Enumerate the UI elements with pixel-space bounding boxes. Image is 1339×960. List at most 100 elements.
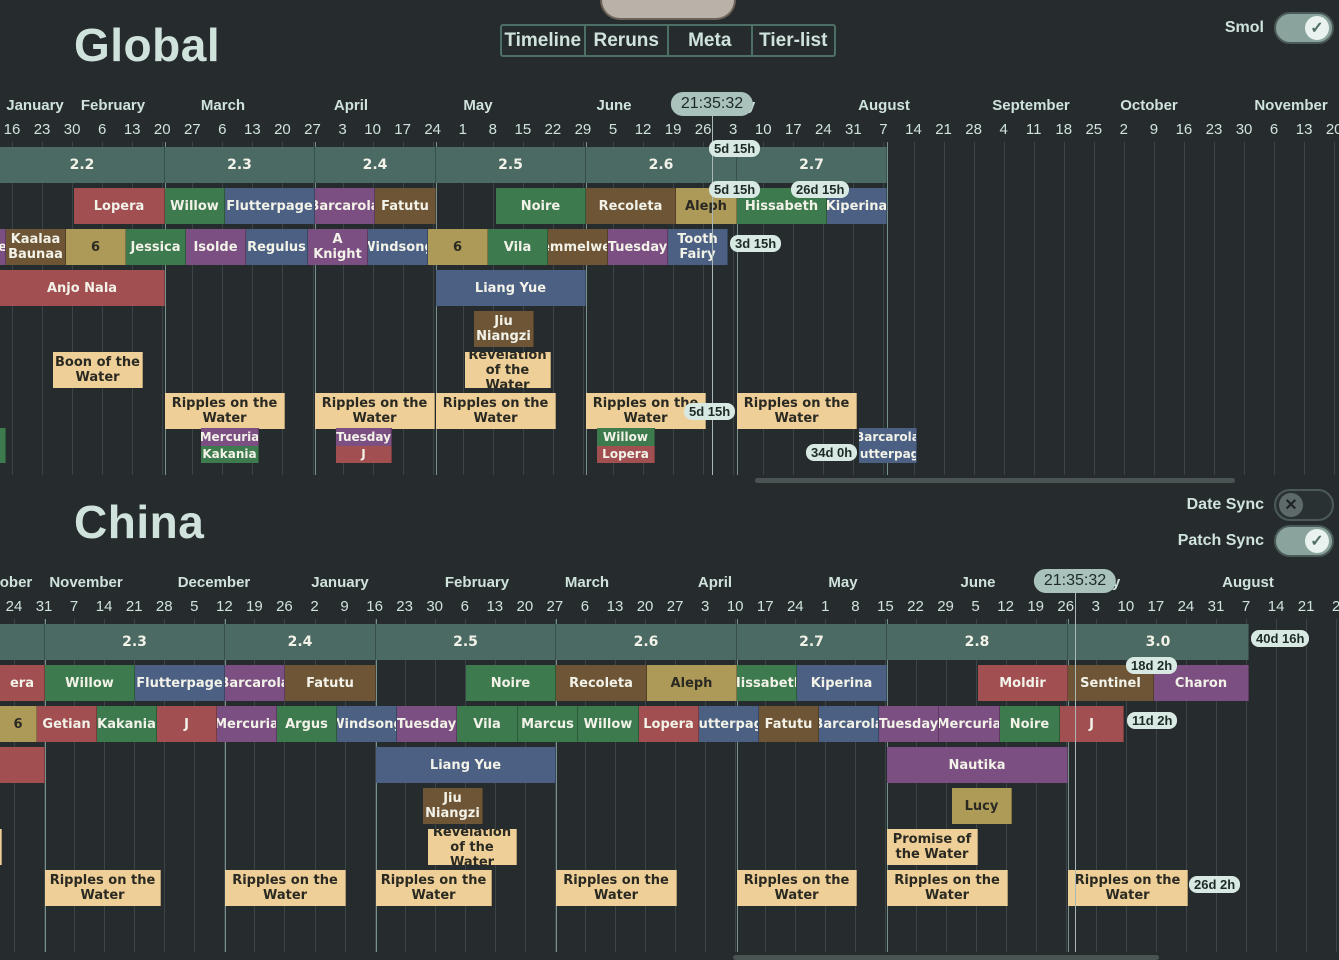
banner-a-knight[interactable]: A Knight [308, 229, 368, 265]
patch-banner-2-5[interactable]: 2.5 [376, 624, 556, 660]
banner-isolde[interactable]: Isolde [186, 229, 246, 265]
banner-fatutu[interactable]: Fatutu [285, 665, 376, 701]
stacked-banner-lopera[interactable]: Lopera [597, 446, 655, 463]
stacked-banner-tuesday[interactable]: Tuesday [336, 428, 392, 446]
banner-willow[interactable]: Willow [578, 706, 639, 742]
banner-promise-of-the-water[interactable]: Promise of the Water [887, 829, 978, 865]
banner-lopera[interactable]: Lopera [639, 706, 699, 742]
stacked-banner-blank[interactable] [0, 446, 6, 463]
banner-barcarola[interactable]: Barcarola [315, 188, 375, 224]
banner-noire[interactable]: Noire [466, 665, 556, 701]
banner-lopera[interactable]: Lopera [74, 188, 165, 224]
banner-mercuria[interactable]: Mercuria [217, 706, 277, 742]
banner-6[interactable]: 6 [66, 229, 126, 265]
patch-banner-2-4[interactable]: 2.4 [225, 624, 376, 660]
banner-ripples-on-the-water[interactable]: Ripples on the Water [737, 870, 857, 906]
stacked-banner-flutterpage[interactable]: Flutterpage [859, 446, 917, 463]
stacked-banner-willow[interactable]: Willow [597, 428, 655, 446]
stacked-banner-mercuria[interactable]: Mercuria [201, 428, 259, 446]
banner-mercuria[interactable]: Mercuria [939, 706, 1000, 742]
banner-era[interactable]: era [0, 665, 45, 701]
banner-ripples-on-the-water[interactable]: Ripples on the Water [436, 393, 556, 429]
banner-6[interactable]: 6 [428, 229, 488, 265]
banner-getian[interactable]: Getian [37, 706, 97, 742]
banner-vila[interactable]: Vila [488, 229, 548, 265]
banner-willow[interactable]: Willow [45, 665, 135, 701]
tab-reruns[interactable]: Reruns [586, 26, 669, 55]
banner-noire[interactable]: Noire [1000, 706, 1060, 742]
horizontal-scrollbar[interactable] [733, 955, 1159, 960]
banner-ripples-on-the-water[interactable]: Ripples on the Water [45, 870, 161, 906]
banner-semmelweis[interactable]: Semmelweis [548, 229, 608, 265]
banner-aleph[interactable]: Aleph [647, 665, 737, 701]
banner-fatutu[interactable]: Fatutu [759, 706, 819, 742]
patch-banner-2-2[interactable]: 2.2 [0, 147, 165, 183]
banner-recoleta[interactable]: Recoleta [586, 188, 676, 224]
banner-blank[interactable] [0, 747, 45, 783]
banner-flutterpage[interactable]: Flutterpage [699, 706, 759, 742]
banner-j[interactable]: J [157, 706, 217, 742]
banner-willow[interactable]: Willow [165, 188, 225, 224]
banner-moldir[interactable]: Moldir [978, 665, 1068, 701]
banner-jiu-niangzi[interactable]: Jiu Niangzi [423, 788, 483, 824]
banner-windsong[interactable]: Windsong [337, 706, 397, 742]
patch-banner-2-6[interactable]: 2.6 [556, 624, 737, 660]
banner-ripples-on-the-water[interactable]: Ripples on the Water [556, 870, 677, 906]
banner-jiu-niangzi[interactable]: Jiu Niangzi [474, 311, 534, 347]
patch-banner-2-5[interactable]: 2.5 [436, 147, 586, 183]
horizontal-scrollbar[interactable] [755, 478, 1235, 483]
banner-ripples-on-the-water[interactable]: Ripples on the Water [376, 870, 492, 906]
banner-boon-of-the-water[interactable]: Boon of the Water [53, 352, 143, 388]
banner-ripples-on-the-water[interactable]: Ripples on the Water [165, 393, 285, 429]
banner-argus[interactable]: Argus [277, 706, 337, 742]
banner-j[interactable]: J [1060, 706, 1124, 742]
banner-flutterpage[interactable]: Flutterpage [135, 665, 225, 701]
banner-fatutu[interactable]: Fatutu [375, 188, 436, 224]
patch-banner-2-7[interactable]: 2.7 [737, 147, 887, 183]
banner-liang-yue[interactable]: Liang Yue [376, 747, 556, 783]
banner-hissabeth[interactable]: Hissabeth [737, 665, 797, 701]
tab-tier-list[interactable]: Tier-list [753, 26, 835, 55]
banner-noire[interactable]: Noire [496, 188, 586, 224]
banner-marcus[interactable]: Marcus [518, 706, 578, 742]
banner-ripples-on-the-water[interactable]: Ripples on the Water [737, 393, 857, 429]
banner-tuesday[interactable]: Tuesday [397, 706, 457, 742]
banner-kaalaa-baunaa[interactable]: Kaalaa Baunaa [6, 229, 66, 265]
banner-revelation-of-the-water[interactable]: Revelation of the Water [428, 829, 517, 865]
banner-barcarola[interactable]: Barcarola [225, 665, 285, 701]
banner-ripples-on-the-water[interactable]: Ripples on the Water [315, 393, 435, 429]
banner-barcarola[interactable]: Barcarola [819, 706, 879, 742]
stacked-banner-blank[interactable] [0, 428, 6, 446]
banner-revelation-of-the-water[interactable]: Revelation of the Water [465, 352, 551, 388]
stacked-banner-j[interactable]: J [336, 446, 392, 463]
patch-banner-2-4[interactable]: 2.4 [315, 147, 436, 183]
patch-banner-2-7[interactable]: 2.7 [737, 624, 887, 660]
banner-recoleta[interactable]: Recoleta [556, 665, 647, 701]
patch-banner-2-3[interactable]: 2.3 [165, 147, 315, 183]
banner-ripples-on-the-water[interactable]: Ripples on the Water [1068, 870, 1188, 906]
banner-kiperina[interactable]: Kiperina [797, 665, 887, 701]
smol-toggle[interactable]: ✓ [1274, 12, 1334, 44]
patch-banner-2-3[interactable]: 2.3 [45, 624, 225, 660]
banner-anjo-nala[interactable]: Anjo Nala [0, 270, 165, 306]
banner-ripples-on-the-water[interactable]: Ripples on the Water [887, 870, 1008, 906]
banner-blank[interactable] [0, 829, 2, 865]
patch-banner-2-8[interactable]: 2.8 [887, 624, 1068, 660]
patch-banner-3-0[interactable]: 3.0 [1068, 624, 1249, 660]
stacked-banner-kakania[interactable]: Kakania [201, 446, 259, 463]
banner-tooth-fairy[interactable]: Tooth Fairy [668, 229, 728, 265]
banner-6[interactable]: 6 [0, 706, 37, 742]
date-sync-toggle[interactable]: ✕ [1274, 489, 1334, 521]
banner-liang-yue[interactable]: Liang Yue [436, 270, 586, 306]
patch-sync-toggle[interactable]: ✓ [1274, 525, 1334, 557]
banner-regulus[interactable]: Regulus [246, 229, 308, 265]
tab-timeline[interactable]: Timeline [502, 26, 586, 55]
banner-vila[interactable]: Vila [457, 706, 518, 742]
banner-tuesday[interactable]: Tuesday [608, 229, 668, 265]
banner-jessica[interactable]: Jessica [126, 229, 186, 265]
banner-kakania[interactable]: Kakania [97, 706, 157, 742]
patch-banner-blank[interactable] [0, 624, 45, 660]
banner-lucy[interactable]: Lucy [952, 788, 1012, 824]
banner-flutterpage[interactable]: Flutterpage [225, 188, 315, 224]
banner-tuesday[interactable]: Tuesday [879, 706, 939, 742]
